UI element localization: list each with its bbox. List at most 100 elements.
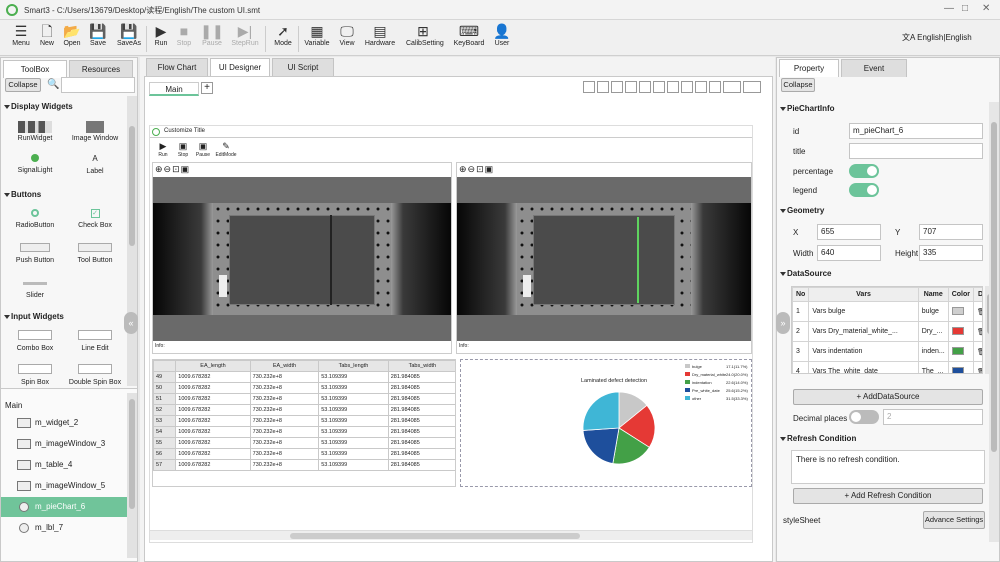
run-widget-pause[interactable]: ▣ Pause — [194, 141, 212, 158]
send-back-icon[interactable] — [743, 81, 761, 93]
save-image-icon[interactable]: ▣ — [485, 164, 495, 174]
minimize-icon[interactable]: — — [944, 3, 954, 14]
percentage-toggle[interactable] — [849, 164, 879, 178]
section-geometry[interactable]: Geometry — [777, 204, 999, 218]
datasource-no-cell[interactable]: 2 — [792, 321, 810, 342]
table-header-cell[interactable]: Tabs_length — [318, 360, 389, 372]
section-input-widgets[interactable]: Input Widgets — [1, 310, 137, 324]
widget-signal-light[interactable]: SignalLight — [5, 154, 65, 174]
image-window-2[interactable]: ⊕⊖⊡▣ Info: — [456, 162, 752, 354]
view-button[interactable]: 🖵 View — [330, 23, 364, 53]
collapse-button[interactable]: Collapse — [781, 78, 815, 92]
delete-icon[interactable]: 🗑 — [973, 321, 982, 342]
zoom-in-icon[interactable]: ⊕ — [155, 164, 164, 174]
pause-button[interactable]: ❚❚ Pause — [195, 23, 229, 53]
datasource-no-cell[interactable]: 3 — [792, 341, 810, 362]
align-left-icon[interactable] — [583, 81, 595, 93]
table-row[interactable]: 54 1009.678282 730.232e+8 53.109399 281.9840… — [153, 426, 455, 438]
user-button[interactable]: 👤 User — [485, 23, 519, 53]
tree-item[interactable]: m_lbl_7 — [1, 518, 127, 538]
decimal-places-toggle[interactable] — [849, 410, 879, 424]
datasource-vars-cell[interactable]: Vars The_white_date — [808, 361, 919, 373]
widget-radio-button[interactable]: RadioButton — [5, 209, 65, 229]
datasource-row[interactable]: 2Vars Dry_material_white_...Dry_... 🗑 — [792, 321, 982, 342]
widget-label[interactable]: A Label — [65, 154, 125, 175]
tree-item[interactable]: m_table_4 — [1, 455, 127, 475]
widget-double-spin-box[interactable]: Double Spin Box — [65, 364, 125, 388]
id-input[interactable]: m_pieChart_6 — [849, 123, 983, 139]
title-input[interactable] — [849, 143, 983, 159]
widget-spin-box[interactable]: Spin Box — [5, 364, 65, 388]
add-refresh-condition-button[interactable]: + Add Refresh Condition — [793, 488, 983, 504]
data-table[interactable]: EA_length EA_width Tabs_length Tabs_width 4… — [152, 359, 456, 487]
align-middle-icon[interactable] — [639, 81, 651, 93]
datasource-name-cell[interactable]: Dry_... — [917, 321, 949, 342]
image-window-1[interactable]: ⊕⊖⊡▣ Info: — [152, 162, 452, 354]
distribute-h-icon[interactable] — [695, 81, 707, 93]
save-as-button[interactable]: 💾 SaveAs — [112, 23, 146, 53]
advance-settings-button[interactable]: Advance Settings — [923, 511, 985, 529]
align-right-icon[interactable] — [611, 81, 623, 93]
datasource-row[interactable]: 4Vars The_white_dateThe_... 🗑 — [792, 361, 982, 373]
collapse-right-handle-icon[interactable]: » — [776, 312, 790, 334]
tab-event[interactable]: Event — [841, 59, 907, 77]
widget-tool-button[interactable]: Tool Button — [65, 243, 125, 264]
datasource-table[interactable]: No Vars Name Color De 1Vars bulgebulge🗑2… — [791, 286, 983, 374]
delete-icon[interactable]: 🗑 — [973, 361, 982, 373]
datasource-name-cell[interactable]: The_... — [917, 361, 949, 373]
tree-item[interactable]: m_imageWindow_3 — [1, 434, 127, 454]
fit-icon[interactable]: ⊡ — [476, 164, 485, 174]
section-buttons[interactable]: Buttons — [1, 188, 137, 202]
widget-run-widget[interactable]: RunWidget — [5, 121, 65, 142]
widget-check-box[interactable]: ✓ Check Box — [65, 209, 125, 229]
section-refresh-condition[interactable]: Refresh Condition — [777, 432, 999, 446]
tree-item[interactable]: m_imageWindow_5 — [1, 476, 127, 496]
datasource-vars-cell[interactable]: Vars Dry_material_white_... — [808, 321, 919, 342]
legend-toggle[interactable] — [849, 183, 879, 197]
close-icon[interactable]: ✕ — [982, 3, 990, 14]
table-header-cell[interactable]: Tabs_width — [387, 360, 455, 372]
tree-item-selected[interactable]: m_pieChart_6 — [1, 497, 127, 517]
variable-button[interactable]: ▦ Variable — [300, 23, 334, 53]
pie-chart-widget[interactable]: Laminated defect detection bulge 17.1(11.… — [460, 359, 752, 487]
hardware-button[interactable]: ▤ Hardware — [363, 23, 397, 53]
datasource-name-cell[interactable]: bulge — [917, 301, 949, 322]
widget-push-button[interactable]: Push Button — [5, 243, 65, 264]
same-height-icon[interactable] — [681, 81, 693, 93]
run-widget-run[interactable]: ▶ Run — [154, 141, 172, 158]
height-spinbox[interactable]: 335 — [919, 245, 983, 261]
bring-front-icon[interactable] — [723, 81, 741, 93]
section-display-widgets[interactable]: Display Widgets — [1, 100, 137, 114]
table-row[interactable]: 56 1009.678282 730.232e+8 53.109399 281.9840… — [153, 448, 455, 460]
datasource-no-cell[interactable]: 4 — [792, 361, 810, 373]
add-page-icon[interactable]: + — [201, 82, 213, 94]
tab-ui-designer[interactable]: UI Designer — [210, 58, 270, 76]
tree-root[interactable]: Main — [5, 401, 22, 410]
color-swatch[interactable] — [951, 326, 964, 335]
canvas-h-scrollbar[interactable] — [150, 530, 752, 540]
datasource-color-cell[interactable] — [947, 361, 975, 373]
x-spinbox[interactable]: 655 — [817, 224, 881, 240]
save-image-icon[interactable]: ▣ — [181, 164, 191, 174]
delete-icon[interactable]: 🗑 — [973, 301, 982, 322]
datasource-vars-cell[interactable]: Vars indentation — [808, 341, 919, 362]
table-header-cell[interactable]: EA_width — [249, 360, 320, 372]
widget-image-window[interactable]: Image Window — [65, 121, 125, 142]
collapse-left-handle-icon[interactable]: « — [124, 312, 138, 334]
color-swatch[interactable] — [951, 366, 964, 373]
color-swatch[interactable] — [951, 306, 964, 315]
datasource-color-cell[interactable] — [947, 341, 975, 362]
table-row[interactable]: 49 1009.678282 730.232e+8 53.109399 281.9840… — [153, 371, 455, 383]
section-piechartinfo[interactable]: PieChartInfo — [777, 102, 999, 116]
widget-slider[interactable]: Slider — [5, 278, 65, 299]
property-scrollbar[interactable] — [989, 102, 999, 542]
color-swatch[interactable] — [951, 346, 964, 355]
tab-flow-chart[interactable]: Flow Chart — [146, 58, 208, 76]
datasource-row[interactable]: 3Vars indentationinden... 🗑 — [792, 341, 982, 362]
language-selector[interactable]: 文A English|English — [902, 32, 972, 43]
table-row[interactable]: 55 1009.678282 730.232e+8 53.109399 281.9840… — [153, 437, 455, 449]
keyboard-button[interactable]: ⌨ KeyBoard — [452, 23, 486, 53]
save-button[interactable]: 💾 Save — [81, 23, 115, 53]
zoom-out-icon[interactable]: ⊖ — [468, 164, 477, 174]
widget-combo-box[interactable]: Combo Box — [5, 330, 65, 352]
